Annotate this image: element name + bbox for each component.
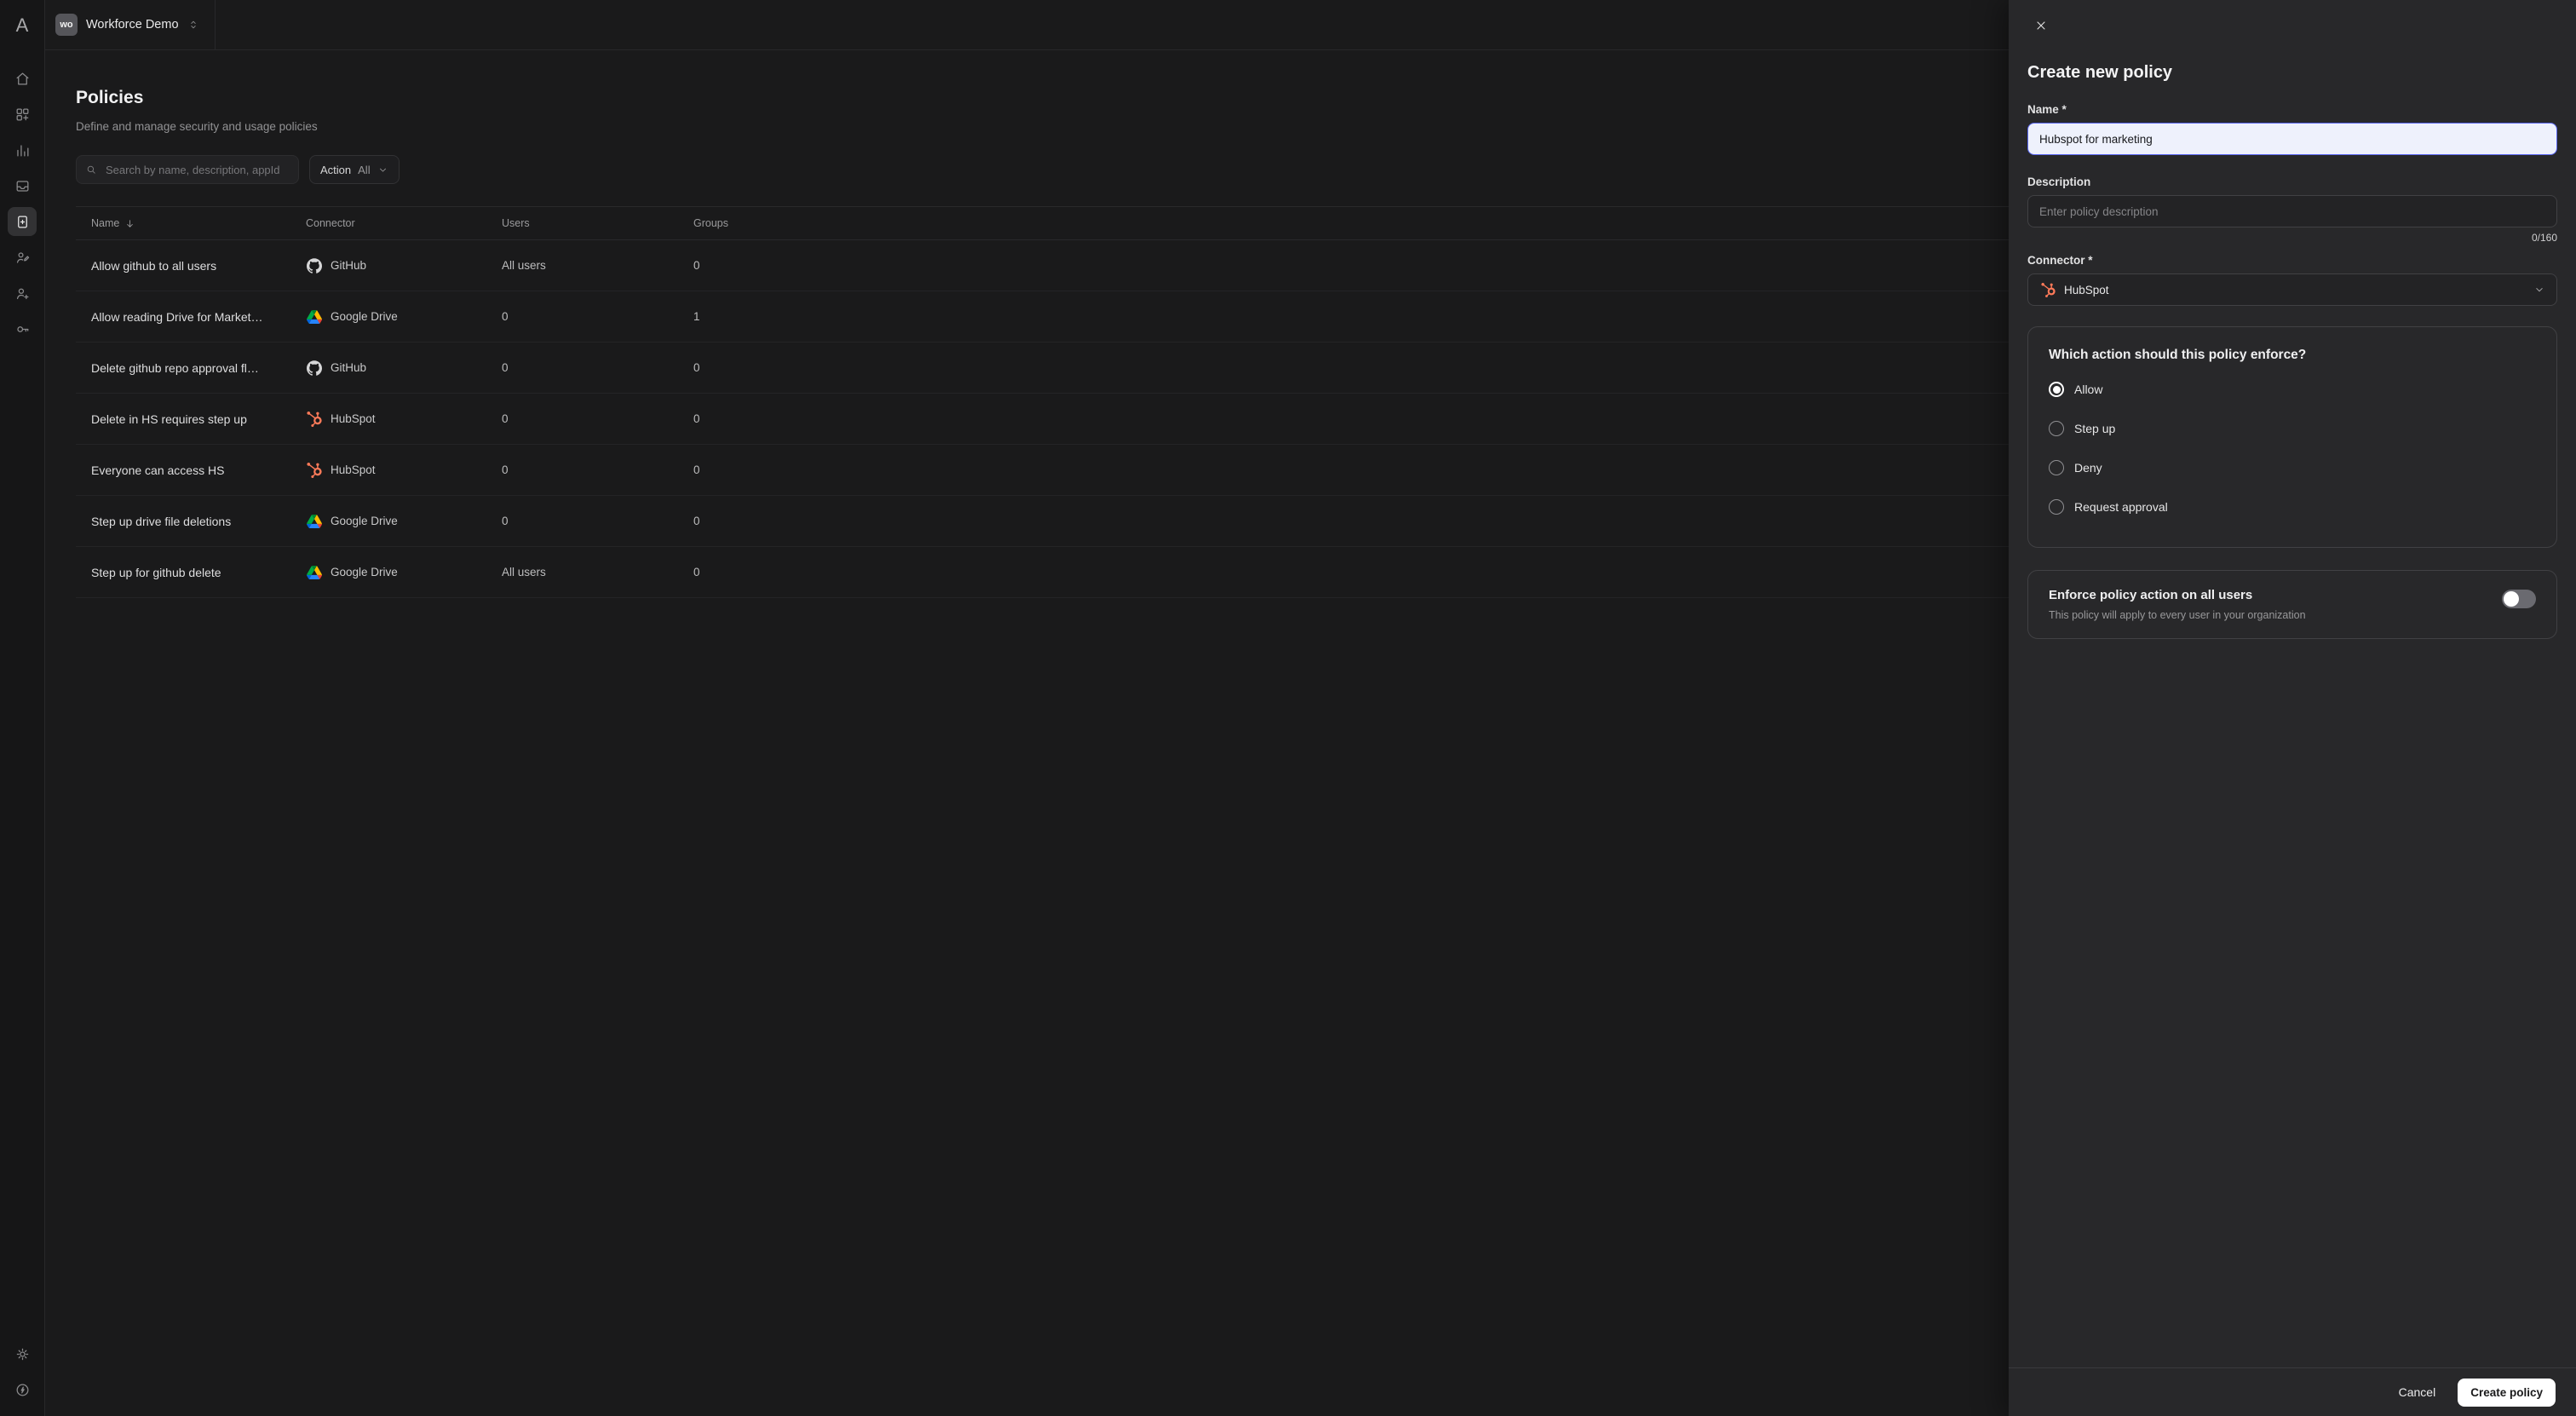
radio-selected-icon (2049, 382, 2064, 397)
cancel-button[interactable]: Cancel (2394, 1384, 2441, 1400)
google-drive-icon (306, 308, 323, 325)
sidebar: A (0, 0, 45, 1416)
table-row[interactable]: Delete github repo approval fl… GitHub 0… (76, 342, 2009, 394)
enforce-text: Enforce policy action on all users This … (2049, 588, 2306, 621)
app-root: A wo Workforce Demo Policies Defi (0, 0, 2576, 1416)
radio-option-request-approval[interactable]: Request approval (2049, 487, 2536, 527)
drawer-body: Create new policy Name * Description 0/1… (2009, 0, 2576, 1367)
gear-icon (14, 1346, 31, 1362)
column-header-name[interactable]: Name (76, 217, 290, 229)
close-drawer-button[interactable] (2027, 12, 2055, 39)
description-label: Description (2027, 176, 2557, 188)
sidebar-footer (8, 1339, 37, 1416)
workspace-name: Workforce Demo (86, 18, 179, 32)
action-options: Allow Step up Deny Request approval (2049, 370, 2536, 527)
main-column: wo Workforce Demo Policies Define and ma… (45, 0, 2009, 1416)
page-subtitle: Define and manage security and usage pol… (76, 120, 2009, 133)
sidebar-item-settings[interactable] (8, 1339, 37, 1368)
table-row[interactable]: Allow github to all users GitHub All use… (76, 240, 2009, 291)
radio-unselected-icon (2049, 421, 2064, 436)
app-logo: A (0, 0, 44, 50)
sidebar-item-home[interactable] (8, 64, 37, 93)
sidebar-item-access-keys[interactable] (8, 314, 37, 343)
drawer-title: Create new policy (2027, 63, 2557, 83)
sidebar-item-roles[interactable] (8, 243, 37, 272)
policy-description-input[interactable] (2027, 195, 2557, 227)
sort-descending-icon (124, 218, 135, 229)
page-title: Policies (76, 88, 2009, 108)
name-label: Name * (2027, 103, 2557, 116)
radio-unselected-icon (2049, 499, 2064, 515)
google-drive-icon (306, 513, 323, 530)
table-header-row: Name Connector Users Groups (76, 206, 2009, 240)
topbar: wo Workforce Demo (45, 0, 2009, 50)
drawer-footer: Cancel Create policy (2009, 1367, 2576, 1416)
radio-unselected-icon (2049, 460, 2064, 475)
search-icon (85, 164, 97, 176)
lightning-circle-icon (14, 1382, 31, 1398)
action-card: Which action should this policy enforce?… (2027, 326, 2557, 548)
connector-label: Connector * (2027, 254, 2557, 267)
action-filter-label: Action (320, 164, 351, 176)
table-row[interactable]: Step up for github delete Google Drive A… (76, 547, 2009, 598)
create-policy-button[interactable]: Create policy (2458, 1379, 2556, 1407)
enforce-toggle[interactable] (2502, 590, 2536, 608)
sidebar-item-apps[interactable] (8, 100, 37, 129)
workspace-badge: wo (55, 14, 78, 36)
table-row[interactable]: Everyone can access HS HubSpot 0 0 (76, 445, 2009, 496)
hubspot-icon (2039, 281, 2056, 298)
sidebar-nav (0, 50, 44, 1339)
document-plus-icon (14, 214, 31, 230)
search-box[interactable] (76, 155, 299, 184)
google-drive-icon (306, 564, 323, 581)
table-row[interactable]: Step up drive file deletions Google Driv… (76, 496, 2009, 547)
sidebar-item-inbox[interactable] (8, 171, 37, 200)
column-header-users: Users (486, 217, 678, 229)
sidebar-item-analytics[interactable] (8, 135, 37, 164)
connector-select[interactable]: HubSpot (2027, 273, 2557, 306)
action-question: Which action should this policy enforce? (2049, 348, 2536, 363)
chevron-down-icon (2533, 284, 2545, 296)
inbox-icon (14, 178, 31, 194)
column-header-connector: Connector (290, 217, 486, 229)
table-row[interactable]: Delete in HS requires step up HubSpot 0 … (76, 394, 2009, 445)
table-controls: Action All (76, 155, 2009, 184)
table-row[interactable]: Allow reading Drive for Market… Google D… (76, 291, 2009, 342)
home-icon (14, 71, 31, 87)
action-filter-button[interactable]: Action All (309, 155, 400, 184)
radio-option-deny[interactable]: Deny (2049, 448, 2536, 487)
policies-page: Policies Define and manage security and … (45, 50, 2009, 1416)
unfold-icon (187, 19, 199, 31)
sidebar-item-policies[interactable] (8, 207, 37, 236)
enforce-title: Enforce policy action on all users (2049, 588, 2306, 602)
action-filter-value: All (358, 164, 370, 176)
bar-chart-icon (14, 142, 31, 158)
sidebar-item-help[interactable] (8, 1375, 37, 1404)
enforce-card: Enforce policy action on all users This … (2027, 570, 2557, 639)
apps-grid-icon (14, 106, 31, 123)
key-icon (14, 321, 31, 337)
github-icon (306, 360, 323, 377)
search-input[interactable] (104, 163, 290, 177)
create-policy-drawer: Create new policy Name * Description 0/1… (2009, 0, 2576, 1416)
policy-name-input[interactable] (2027, 123, 2557, 155)
chevron-down-icon (377, 164, 388, 176)
hubspot-icon (306, 462, 323, 479)
hubspot-icon (306, 411, 323, 428)
workspace-selector[interactable]: wo Workforce Demo (45, 0, 216, 49)
user-add-icon (14, 285, 31, 302)
enforce-subtitle: This policy will apply to every user in … (2049, 609, 2306, 621)
column-header-groups: Groups (678, 217, 2009, 229)
radio-option-step-up[interactable]: Step up (2049, 409, 2536, 448)
github-icon (306, 257, 323, 274)
policies-table: Name Connector Users Groups Allow github… (76, 206, 2009, 598)
close-icon (2034, 19, 2048, 32)
char-counter: 0/160 (2027, 232, 2557, 244)
radio-option-allow[interactable]: Allow (2049, 370, 2536, 409)
sidebar-item-add-user[interactable] (8, 279, 37, 308)
connector-select-value: HubSpot (2064, 284, 2526, 296)
user-edit-icon (14, 250, 31, 266)
